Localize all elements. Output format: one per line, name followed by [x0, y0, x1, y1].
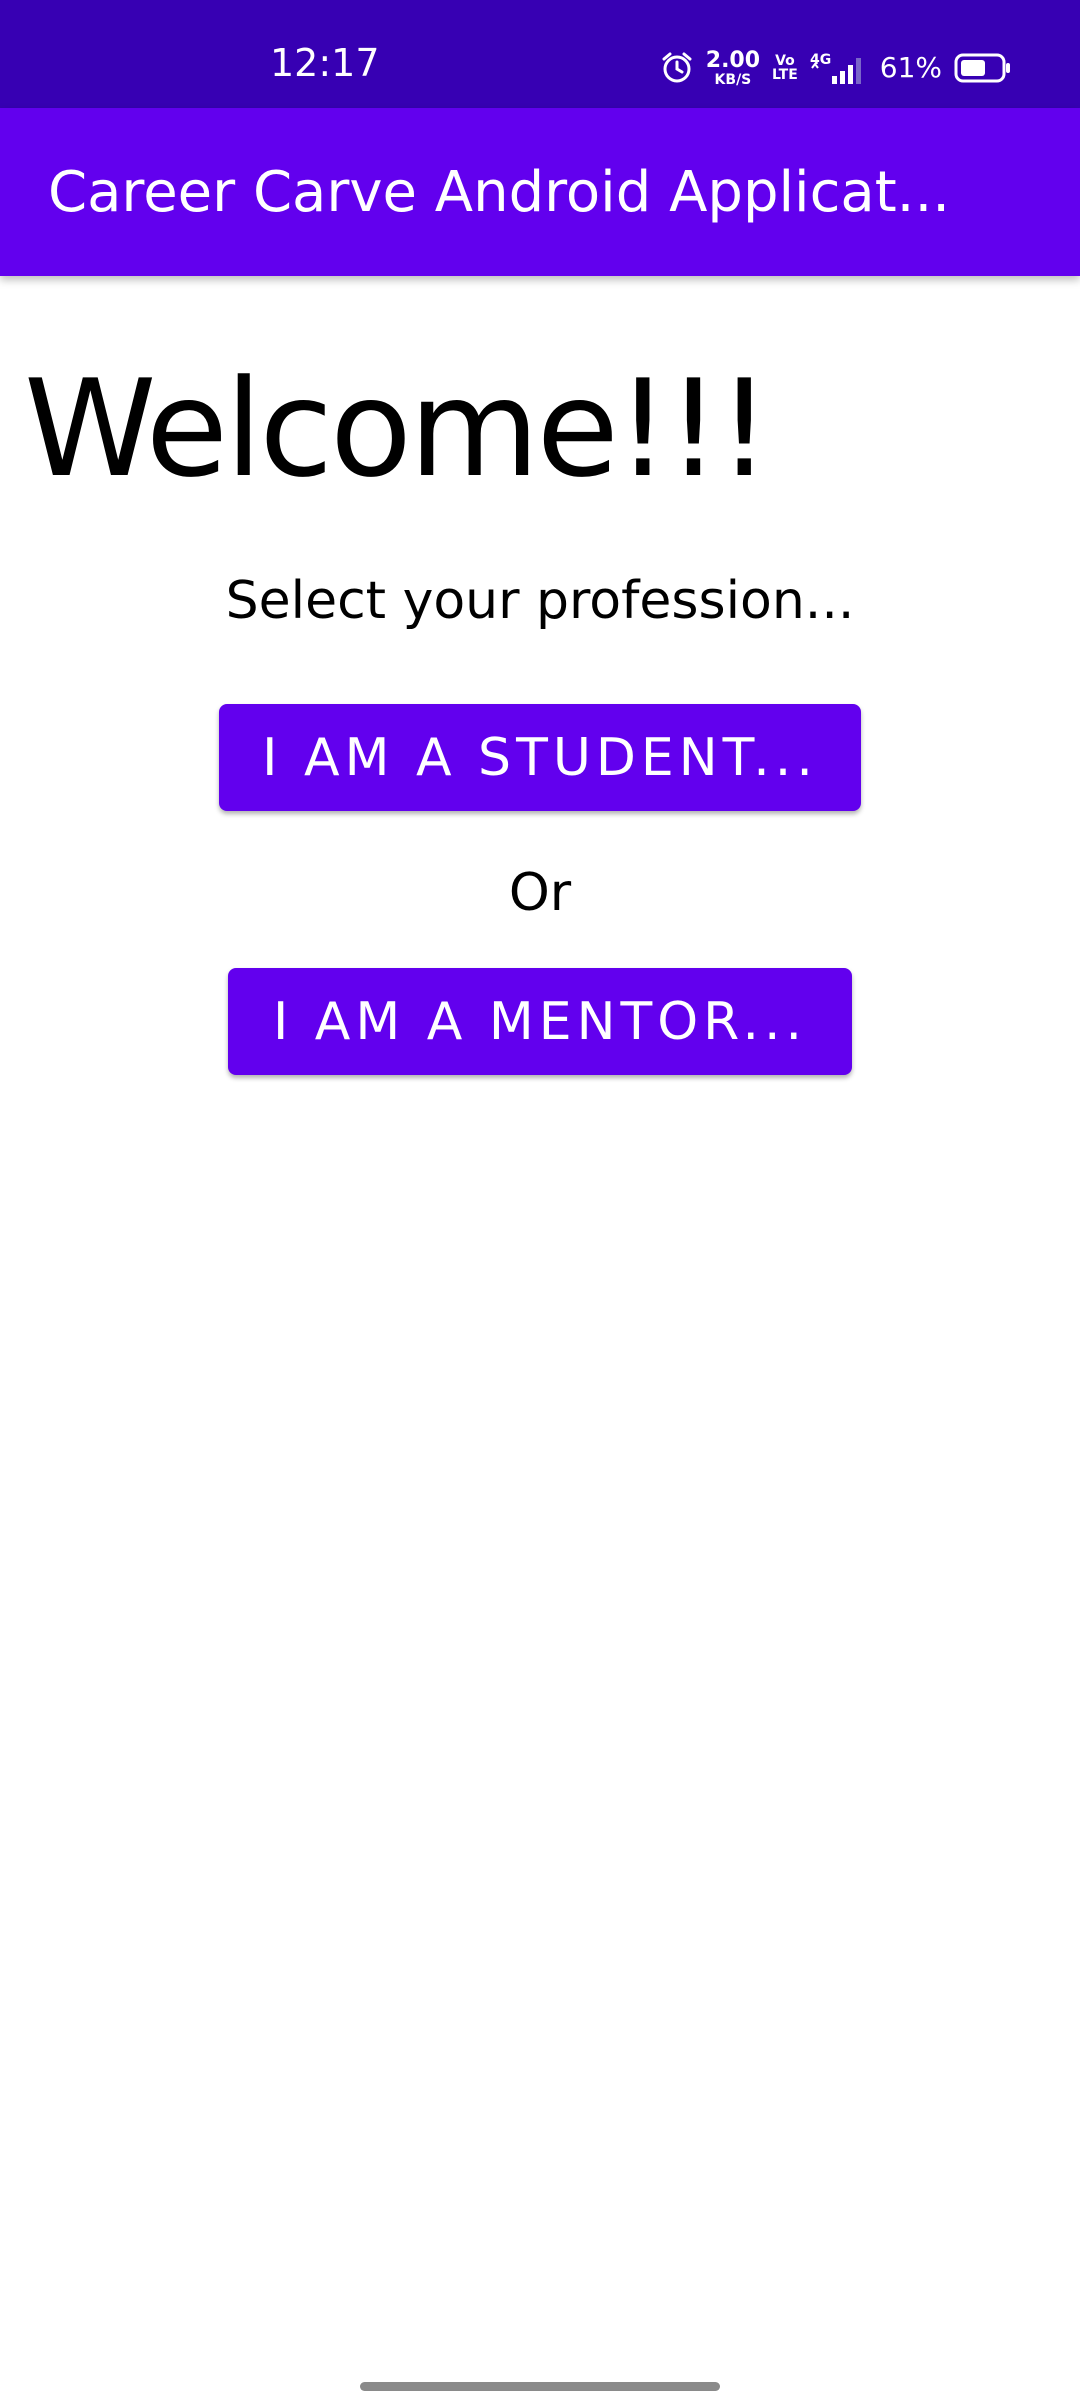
volte-bottom: LTE [772, 67, 798, 83]
mentor-button[interactable]: I AM A MENTOR... [228, 968, 852, 1075]
battery-icon [954, 53, 1012, 83]
app-screen: 12:17 2.00 KB/S Vo LTE 4G 61% Career Car… [0, 0, 1080, 2400]
profession-prompt: Select your profession... [225, 571, 855, 631]
volte-indicator: Vo LTE [772, 54, 798, 82]
signal-icon: 4G [810, 50, 868, 86]
network-speed-unit: KB/S [714, 71, 752, 88]
status-bar: 12:17 2.00 KB/S Vo LTE 4G 61% [0, 0, 1080, 108]
network-speed: 2.00 KB/S [705, 47, 761, 88]
status-icons: 2.00 KB/S Vo LTE 4G 61% [660, 46, 1012, 90]
battery-percent: 61% [879, 51, 942, 84]
volte-top: Vo [775, 53, 795, 69]
gesture-navigation-bar[interactable] [360, 2382, 720, 2391]
welcome-heading: Welcome!!! [24, 351, 771, 507]
or-separator: Or [508, 863, 572, 923]
alarm-icon [660, 51, 694, 85]
app-title: Career Carve Android Applicat... [48, 159, 951, 225]
network-speed-value: 2.00 [705, 47, 761, 73]
status-time: 12:17 [270, 41, 380, 85]
student-button[interactable]: I AM A STUDENT... [219, 704, 861, 811]
app-bar: Career Carve Android Applicat... [0, 108, 1080, 276]
